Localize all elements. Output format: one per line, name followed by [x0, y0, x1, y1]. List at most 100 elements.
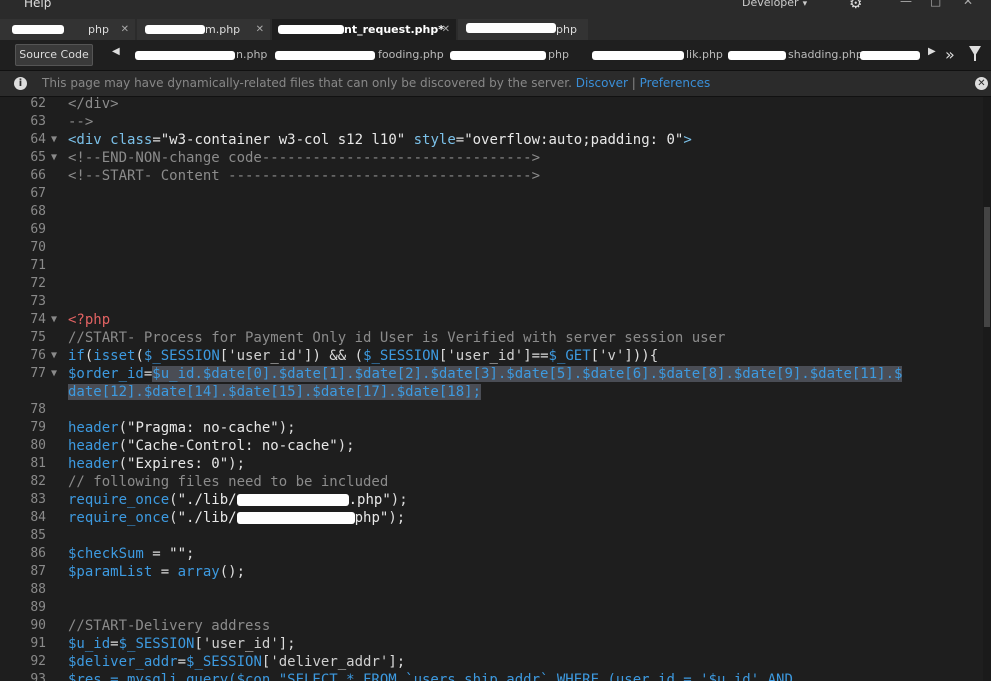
code-token: <!--START- Content ---------------------…: [68, 168, 541, 184]
document-tabs: php ✕ m.php ✕ nt_request.php* ✕ php: [0, 18, 991, 41]
code-token: ;: [186, 546, 195, 562]
code-token: );: [388, 510, 406, 526]
code-token: 'user_id': [447, 348, 524, 364]
related-file-3[interactable]: php: [548, 48, 569, 61]
line-number: 75: [30, 330, 46, 345]
code-token: class: [110, 132, 153, 148]
code-text: //START- Process for Payment Only id Use…: [68, 329, 725, 347]
code-token: "./lib/: [177, 510, 237, 526]
workspace-switcher[interactable]: Developer ▾: [742, 0, 827, 12]
filter-icon[interactable]: [969, 46, 981, 61]
code-token: php": [354, 510, 389, 526]
code-text: $deliver_addr=$_SESSION['deliver_addr'];: [68, 653, 405, 671]
code-token: ]==: [523, 348, 549, 364]
line-number: 71: [30, 258, 46, 273]
code-token: (: [169, 510, 178, 526]
code-text: require_once("./lib/php");: [68, 509, 405, 527]
code-token: isset: [93, 348, 136, 364]
fold-toggle-icon[interactable]: ▼: [51, 365, 57, 383]
line-number: 84: [30, 510, 46, 525]
close-icon[interactable]: ✕: [975, 77, 988, 90]
code-token: <?php: [68, 312, 111, 328]
code-token: header: [68, 456, 119, 472]
source-code-button[interactable]: Source Code: [15, 44, 93, 66]
code-token: require_once: [68, 510, 170, 526]
code-token: style: [405, 132, 456, 148]
tab-label: php: [88, 23, 109, 36]
line-number: 92: [30, 654, 46, 669]
redacted-text: [860, 51, 920, 60]
line-number: 90: [30, 618, 46, 633]
redacted-text: [275, 51, 375, 60]
scroll-right-icon[interactable]: ▶: [928, 46, 936, 57]
info-message: This page may have dynamically-related f…: [42, 76, 710, 90]
code-token: =: [143, 546, 170, 562]
redacted-text: [236, 494, 349, 506]
line-number: 65: [30, 150, 46, 165]
code-token: $deliver_addr: [68, 654, 178, 670]
code-token: "w3-container w3-col s12 l10": [160, 132, 406, 148]
related-file-4[interactable]: lik.php: [686, 48, 723, 61]
code-token: );: [337, 438, 355, 454]
code-token: "Pragma: no-cache": [127, 420, 279, 436]
fold-toggle-icon[interactable]: ▼: [51, 347, 57, 365]
code-token: (: [169, 492, 178, 508]
tab-close-icon[interactable]: ✕: [256, 19, 264, 40]
fold-toggle-icon[interactable]: ▼: [51, 149, 57, 167]
menu-help[interactable]: Help: [24, 0, 51, 10]
code-token: $_GET: [548, 348, 591, 364]
tab-document-active[interactable]: nt_request.php* ✕: [272, 19, 456, 40]
double-chevron-right-icon[interactable]: »: [945, 45, 955, 64]
tab-close-icon[interactable]: ✕: [121, 19, 129, 40]
line-number: 74: [30, 312, 46, 327]
code-token: require_once: [68, 492, 170, 508]
line-number: 81: [30, 456, 46, 471]
code-token: $res = mysqli_query($con,"SELECT * FROM …: [68, 672, 793, 681]
scroll-thumb[interactable]: [984, 207, 990, 327]
code-token: ]) && (: [304, 348, 364, 364]
redacted-text: [592, 51, 684, 60]
maximize-icon[interactable]: □: [930, 0, 941, 8]
discover-link[interactable]: Discover: [576, 76, 628, 90]
related-file-5[interactable]: shadding.php: [788, 48, 863, 61]
tab-document-1[interactable]: php ✕: [0, 19, 135, 40]
code-editor[interactable]: 62 </div> 63 --> 64 ▼ <div class="w3-container…: [0, 97, 980, 681]
window-close-icon[interactable]: ✕: [963, 0, 973, 8]
code-token: ])){: [624, 348, 659, 364]
code-text: -->: [68, 113, 93, 131]
tab-close-icon[interactable]: ✕: [442, 19, 450, 40]
code-token: if: [68, 348, 85, 364]
redacted-text: [135, 51, 235, 60]
code-token: (: [135, 348, 144, 364]
code-text: header("Pragma: no-cache");: [68, 419, 296, 437]
related-file-1[interactable]: n.php: [236, 48, 267, 61]
line-number: 70: [30, 240, 46, 255]
code-token: (: [118, 456, 128, 472]
code-token: .php": [348, 492, 391, 508]
redacted-text: [145, 25, 205, 34]
code-token: "./lib/: [177, 492, 237, 508]
line-number: 87: [30, 564, 46, 579]
code-text: date[12].$date[14].$date[15].$date[17].$…: [68, 383, 482, 401]
preferences-link[interactable]: Preferences: [640, 76, 711, 90]
fold-toggle-icon[interactable]: ▼: [51, 311, 57, 329]
gear-icon[interactable]: ⚙: [849, 0, 862, 12]
code-token: </div>: [68, 97, 119, 112]
code-token: 'deliver_addr': [270, 654, 389, 670]
editor-scrollbar[interactable]: [983, 97, 991, 681]
fold-toggle-icon[interactable]: ▼: [51, 131, 57, 149]
code-token: $u_id: [68, 636, 111, 652]
related-file-2[interactable]: fooding.php: [378, 48, 444, 61]
tab-label: nt_request.php*: [344, 23, 444, 36]
code-token: "Cache-Control: no-cache": [127, 438, 338, 454]
code-token: $order_id: [68, 366, 144, 382]
code-token: );: [390, 492, 408, 508]
line-number: 76: [30, 348, 46, 363]
minimize-icon[interactable]: —: [900, 0, 912, 8]
code-token: 'user_id': [228, 348, 305, 364]
scroll-left-icon[interactable]: ◀: [112, 46, 120, 57]
tab-label: php: [556, 23, 577, 36]
tab-document-4[interactable]: php: [458, 19, 588, 40]
tab-document-2[interactable]: m.php ✕: [137, 19, 270, 40]
code-token: $checkSum: [68, 546, 144, 562]
